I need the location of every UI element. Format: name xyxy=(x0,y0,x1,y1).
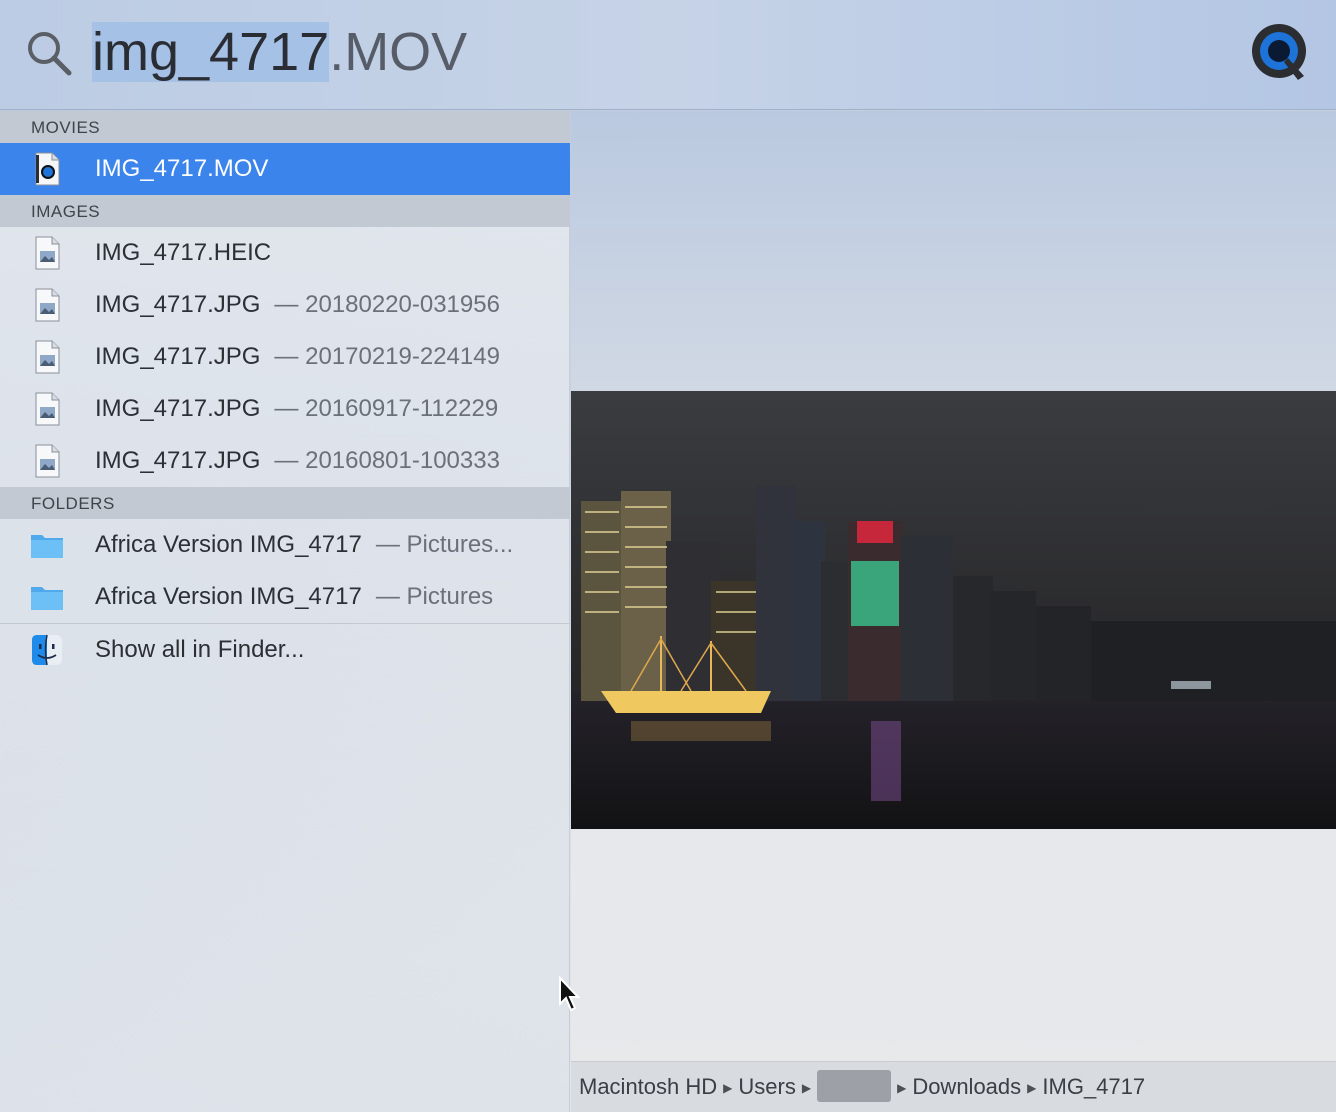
result-detail: — 20160917-112229 xyxy=(274,395,499,422)
search-icon xyxy=(28,32,72,76)
mouse-cursor-icon xyxy=(559,976,581,1012)
finder-icon xyxy=(32,634,62,666)
path-separator-icon: ▶ xyxy=(1027,1081,1037,1095)
quicktime-app-icon xyxy=(1252,24,1306,80)
image-file-icon xyxy=(35,288,60,322)
image-file-icon xyxy=(35,236,60,270)
path-separator-icon: ▶ xyxy=(723,1081,733,1095)
redacted-username xyxy=(817,1070,892,1102)
result-detail: — Pictures... xyxy=(375,531,514,558)
path-segment[interactable]: Users xyxy=(738,1074,795,1099)
section-header-images: IMAGES xyxy=(0,195,570,227)
folder-icon xyxy=(31,535,63,558)
movie-preview-thumbnail[interactable] xyxy=(571,391,1336,829)
spotlight-search-bar: img_4717.MOV xyxy=(0,0,1336,110)
result-item-image[interactable]: IMG_4717.JPG — 20170219-224149 xyxy=(0,331,570,383)
result-name: IMG_4717.JPG — 20180220-031956 xyxy=(95,291,500,318)
section-header-folders: FOLDERS xyxy=(0,487,570,519)
preview-pane: Macintosh HD ▶ Users ▶ ▶ Downloads ▶ IMG_4717 xyxy=(571,111,1336,1112)
result-item-image[interactable]: IMG_4717.JPG — 20160801-100333 xyxy=(0,435,570,487)
result-name: IMG_4717.JPG — 20170219-224149 xyxy=(95,343,500,370)
search-typed-text: img_4717 xyxy=(92,22,330,82)
result-name: IMG_4717.JPG — 20160801-100333 xyxy=(95,447,500,474)
show-all-in-finder[interactable]: Show all in Finder... xyxy=(0,624,570,676)
result-name: Africa Version IMG_4717— Pictures... xyxy=(95,531,514,558)
show-all-label: Show all in Finder... xyxy=(95,636,305,663)
result-detail: — 20160801-100333 xyxy=(274,447,500,474)
result-item-folder[interactable]: Africa Version IMG_4717— Pictures... xyxy=(0,519,570,571)
path-segment[interactable]: Macintosh HD xyxy=(579,1074,717,1099)
quicktime-movie-file-icon xyxy=(35,152,60,186)
result-item-movie[interactable]: IMG_4717.MOV xyxy=(0,143,570,195)
path-segment[interactable]: IMG_4717 xyxy=(1042,1074,1145,1099)
result-name: IMG_4717.HEIC xyxy=(95,239,272,266)
result-detail: — Pictures xyxy=(375,583,494,610)
section-header-movies: MOVIES xyxy=(0,111,570,143)
result-item-image[interactable]: IMG_4717.JPG — 20160917-112229 xyxy=(0,383,570,435)
result-item-folder[interactable]: Africa Version IMG_4717— Pictures xyxy=(0,571,570,623)
image-file-icon xyxy=(35,340,60,374)
path-separator-icon: ▶ xyxy=(801,1081,812,1095)
result-detail: — 20180220-031956 xyxy=(274,291,500,318)
folder-icon xyxy=(31,587,63,610)
image-file-icon xyxy=(35,444,60,478)
image-file-icon xyxy=(35,392,60,426)
result-item-image[interactable]: IMG_4717.JPG — 20180220-031956 xyxy=(0,279,570,331)
search-autocomplete-text: .MOV xyxy=(329,22,468,82)
path-segment[interactable]: Downloads xyxy=(912,1074,1021,1099)
result-detail: — 20170219-224149 xyxy=(274,343,500,370)
file-path-bar: Macintosh HD ▶ Users ▶ ▶ Downloads ▶ IMG_4717 xyxy=(571,1061,1336,1112)
path-separator-icon: ▶ xyxy=(897,1081,907,1095)
result-name: IMG_4717.JPG — 20160917-112229 xyxy=(95,395,499,422)
result-name: IMG_4717.MOV xyxy=(95,155,269,182)
result-item-image[interactable]: IMG_4717.HEIC xyxy=(0,227,570,279)
results-list: MOVIES IMG_4717.MOV IMAGES IMG_4717.HEIC… xyxy=(0,111,570,1112)
search-input[interactable]: img_4717.MOV xyxy=(92,22,467,82)
result-name: Africa Version IMG_4717— Pictures xyxy=(95,583,494,610)
